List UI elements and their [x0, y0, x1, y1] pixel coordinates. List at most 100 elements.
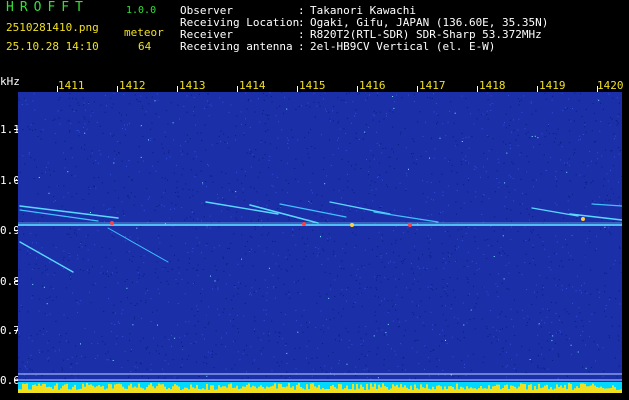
noise-pixel: [294, 168, 296, 169]
noise-pixel: [116, 154, 118, 156]
noise-pixel: [69, 131, 70, 133]
noise-pixel: [225, 173, 227, 174]
noise-pixel: [121, 201, 123, 203]
noise-pixel: [613, 193, 614, 194]
noise-pixel: [158, 204, 160, 206]
noise-pixel: [170, 218, 172, 220]
y-axis-unit: kHz: [0, 75, 20, 88]
noise-pixel: [255, 290, 257, 292]
noise-pixel: [346, 300, 347, 302]
floor-peak: [86, 383, 88, 393]
noise-pixel: [140, 300, 142, 302]
noise-pixel: [64, 209, 66, 211]
noise-pixel: [118, 322, 120, 324]
noise-pixel: [253, 187, 255, 189]
noise-pixel: [195, 228, 197, 230]
noise-pixel: [179, 118, 181, 120]
noise-pixel: [375, 287, 377, 289]
noise-pixel: [526, 322, 528, 323]
noise-pixel: [74, 229, 76, 231]
noise-pixel: [348, 208, 350, 210]
noise-pixel: [138, 267, 140, 268]
noise-pixel: [468, 162, 470, 164]
noise-pixel: [31, 370, 33, 372]
noise-pixel: [132, 324, 134, 326]
noise-pixel: [575, 321, 577, 322]
noise-pixel: [196, 305, 198, 307]
hotspot: [110, 221, 114, 225]
noise-pixel: [541, 347, 543, 349]
noise-pixel: [111, 135, 113, 137]
noise-pixel: [567, 200, 569, 202]
floor-peak: [526, 389, 528, 393]
noise-pixel: [427, 215, 429, 217]
noise-pixel: [38, 268, 40, 269]
noise-pixel: [383, 334, 385, 336]
noise-pixel: [286, 371, 288, 373]
noise-pixel: [258, 159, 260, 161]
noise-pixel: [126, 165, 127, 167]
noise-pixel: [313, 369, 315, 370]
noise-pixel: [605, 149, 606, 151]
noise-pixel: [554, 202, 556, 204]
noise-pixel: [368, 238, 370, 239]
noise-pixel: [253, 291, 255, 293]
noise-pixel: [207, 100, 208, 102]
noise-pixel: [201, 220, 202, 222]
noise-pixel: [500, 255, 502, 256]
noise-pixel: [246, 152, 248, 154]
noise-pixel: [309, 182, 311, 184]
noise-pixel: [387, 344, 389, 345]
noise-pixel: [380, 255, 382, 257]
floor-peak: [108, 383, 110, 393]
noise-pixel: [55, 247, 57, 249]
noise-pixel: [429, 157, 430, 159]
noise-pixel: [142, 337, 144, 339]
noise-pixel: [394, 350, 396, 352]
noise-pixel: [577, 351, 579, 353]
floor-peak: [296, 384, 298, 393]
noise-pixel: [543, 219, 545, 221]
noise-pixel: [247, 100, 249, 102]
noise-pixel: [605, 272, 607, 274]
noise-pixel: [257, 201, 259, 203]
noise-pixel: [532, 244, 534, 246]
noise-pixel: [306, 148, 308, 149]
noise-pixel: [225, 368, 227, 370]
noise-pixel: [538, 343, 540, 345]
noise-pixel: [384, 277, 386, 279]
noise-pixel: [371, 189, 373, 191]
noise-pixel: [619, 246, 620, 248]
noise-pixel: [227, 248, 229, 249]
noise-pixel: [424, 311, 426, 313]
noise-pixel: [427, 97, 428, 98]
noise-pixel: [192, 189, 194, 191]
noise-pixel: [585, 206, 587, 208]
noise-pixel: [422, 135, 424, 137]
noise-pixel: [565, 335, 567, 336]
noise-pixel: [406, 175, 408, 177]
noise-pixel: [286, 352, 288, 354]
noise-pixel: [546, 277, 548, 279]
noise-pixel: [38, 250, 40, 252]
noise-pixel: [292, 231, 294, 233]
noise-pixel: [414, 340, 416, 342]
noise-pixel: [358, 331, 360, 333]
noise-pixel: [161, 204, 163, 206]
floor-peak: [484, 388, 486, 393]
noise-pixel: [329, 139, 330, 141]
noise-pixel: [326, 371, 328, 373]
noise-pixel: [192, 195, 194, 197]
noise-pixel: [405, 221, 407, 223]
floor-peak: [494, 386, 496, 393]
floor-peak: [38, 383, 40, 393]
floor-peak: [222, 386, 224, 393]
noise-pixel: [75, 299, 77, 301]
noise-pixel: [416, 305, 418, 307]
noise-pixel: [351, 189, 353, 191]
noise-pixel: [506, 351, 507, 353]
noise-pixel: [366, 377, 368, 378]
noise-pixel: [211, 175, 213, 177]
floor-peak: [370, 383, 372, 393]
noise-pixel: [616, 124, 618, 126]
